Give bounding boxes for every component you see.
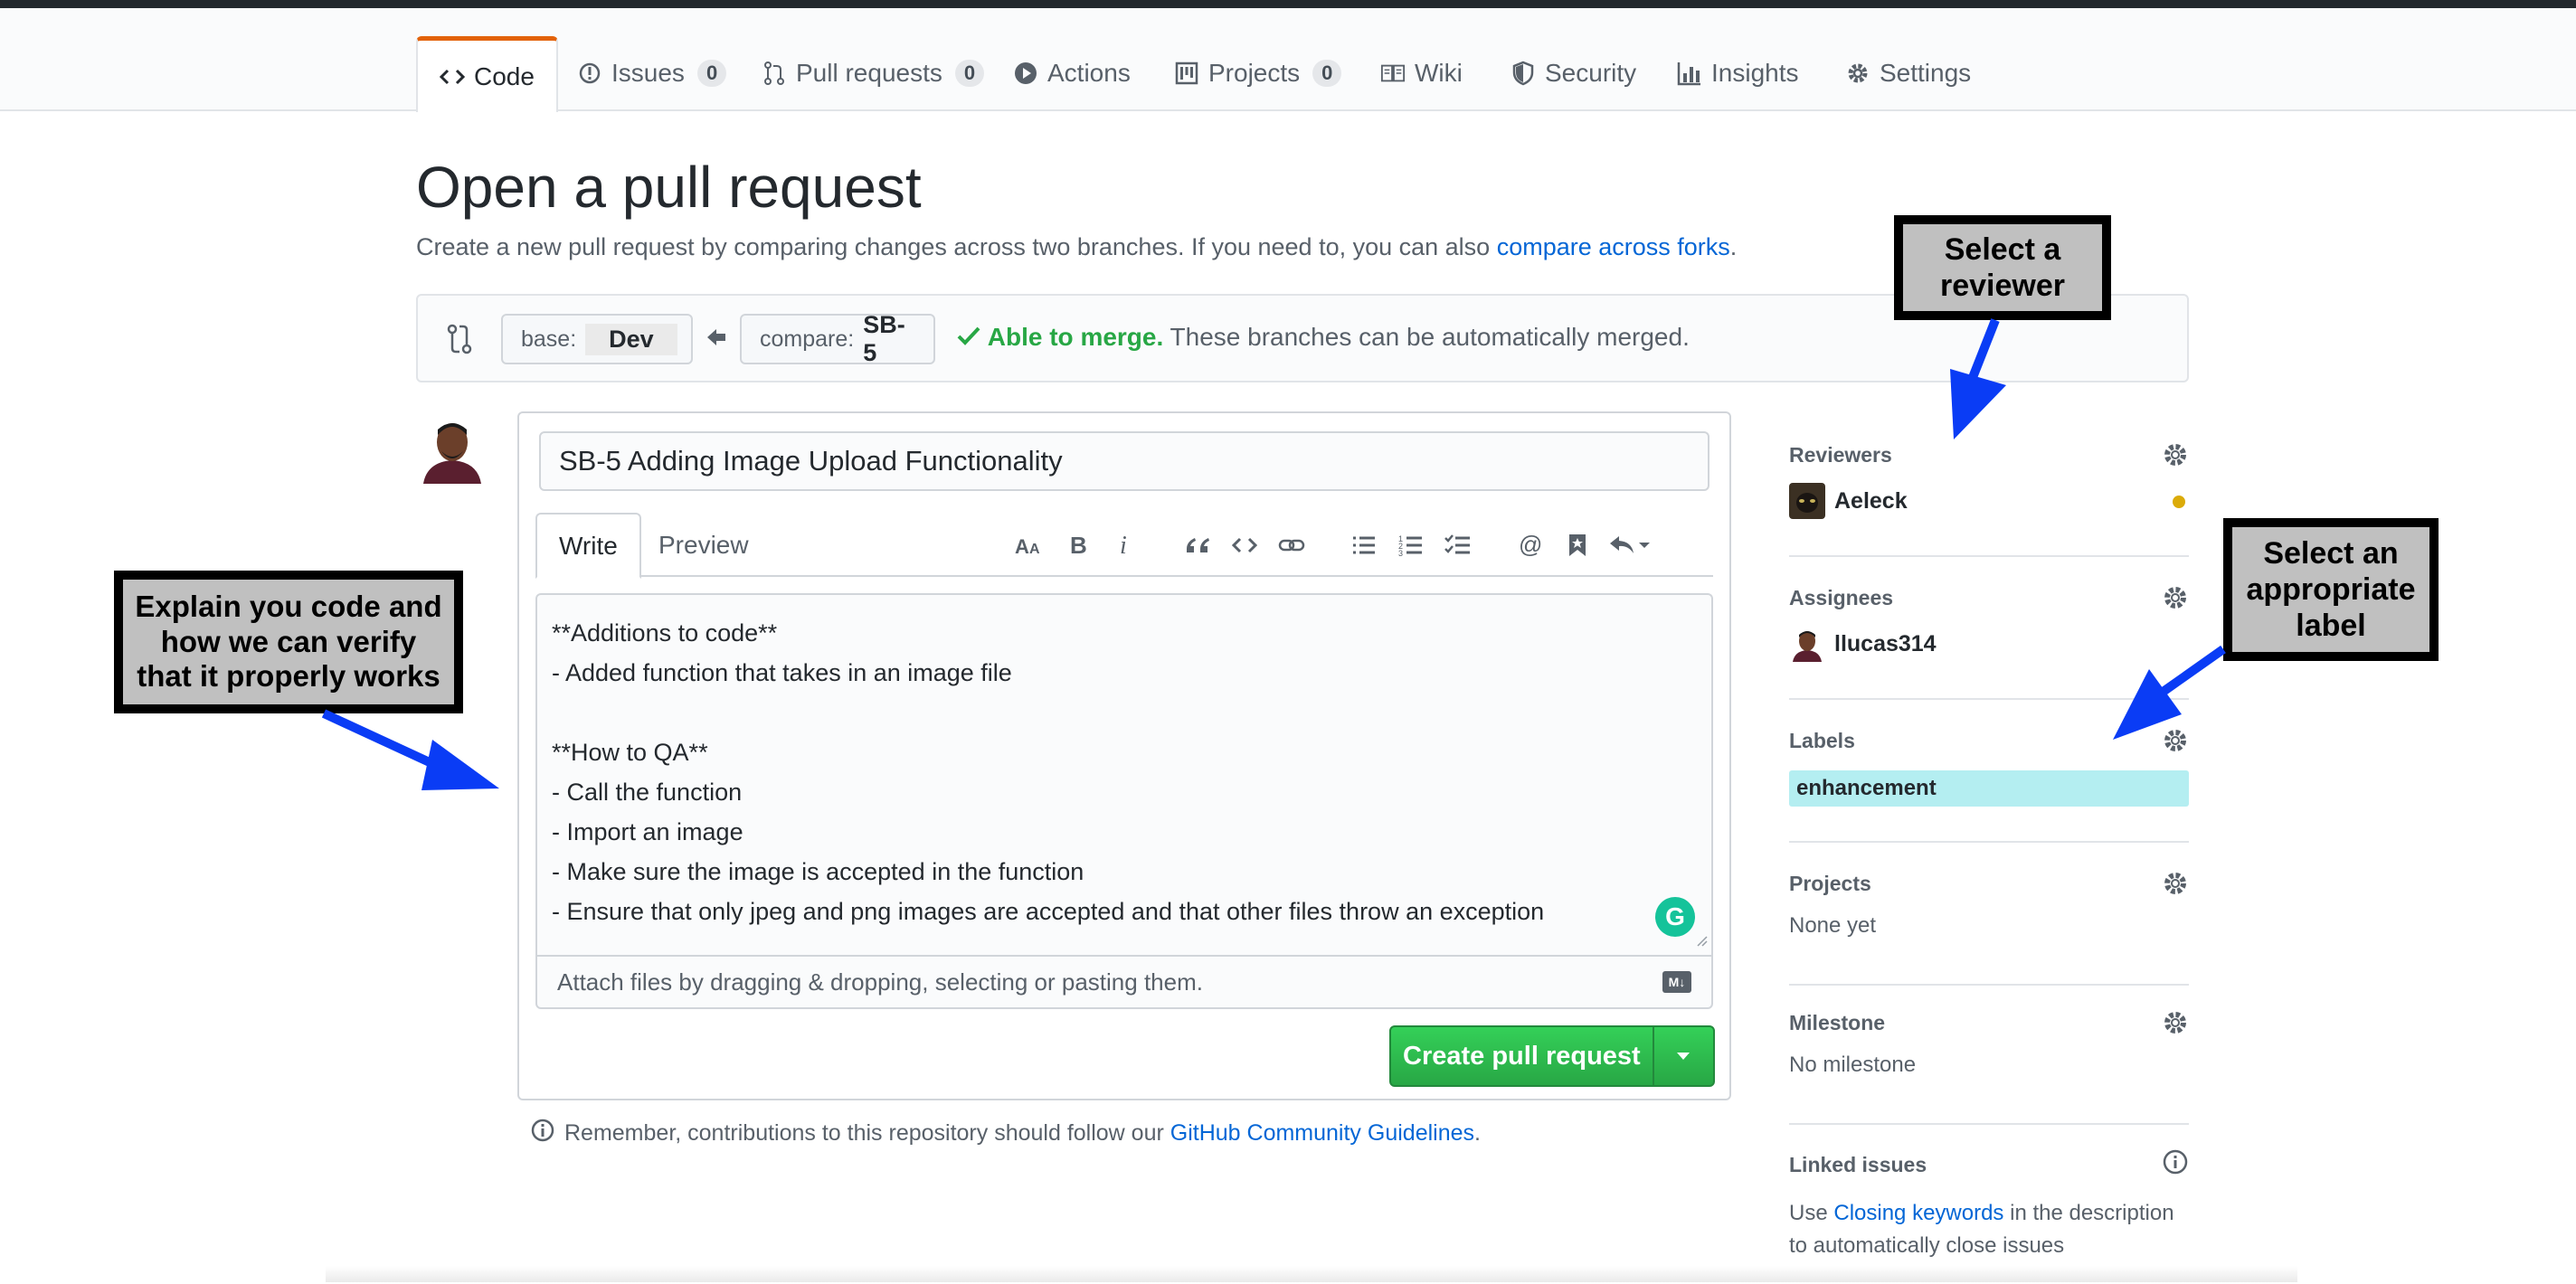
arrow-to-labels <box>2113 645 2226 740</box>
arrow-to-editor <box>321 709 499 790</box>
annotation-arrows <box>321 318 2226 790</box>
page-bottom-shadow <box>326 1266 2297 1282</box>
arrow-to-reviewers <box>1950 318 2006 439</box>
